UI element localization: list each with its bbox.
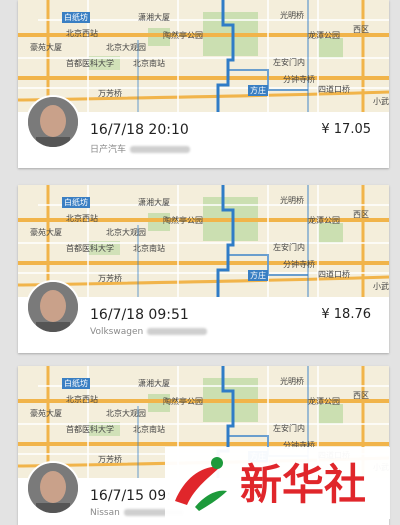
map-label: 潇湘大厦 — [138, 379, 170, 388]
car-model: Volkswagen — [90, 327, 208, 337]
map-label: 白纸坊 — [62, 197, 90, 208]
map-label: 陶然亭公园 — [163, 31, 203, 40]
map-label: 首都医科大学 — [66, 59, 114, 68]
map-label: 潇湘大厦 — [138, 198, 170, 207]
redacted-plate — [130, 146, 191, 153]
map-label: 左安门内 — [273, 243, 305, 252]
map-label: 北京大观园 — [106, 43, 146, 52]
map-label: 龙潭公园 — [308, 216, 340, 225]
map-label: 光明桥 — [280, 377, 304, 386]
map-label: 龙潭公园 — [308, 397, 340, 406]
map-label: 光明桥 — [280, 196, 304, 205]
ride-info: 16/7/18 09:51 ¥ 18.76 Volkswagen — [18, 280, 389, 353]
map-label: 光明桥 — [280, 11, 304, 20]
map-label: 小武 — [373, 282, 389, 291]
avatar — [26, 95, 80, 149]
redacted-plate — [147, 328, 208, 335]
map-label: 万芳桥 — [98, 89, 122, 98]
ride-price: ¥ 18.76 — [321, 307, 371, 322]
map-label: 小武 — [373, 97, 389, 106]
ride-datetime: 16/7/15 09: — [90, 488, 171, 504]
map-label: 陶然亭公园 — [163, 397, 203, 406]
map-label: 北京西站 — [66, 29, 98, 38]
car-model: 日产汽车 — [90, 142, 191, 155]
map-label: 西区 — [353, 210, 369, 219]
avatar — [26, 280, 80, 334]
map-label: 方庄 — [248, 270, 268, 281]
map-label: 四道口桥 — [318, 270, 350, 279]
route-map: 白纸坊 潇湘大厦北京西站 光明桥豪苑大厦 北京大观园 陶然亭公园 龙潭公园 西区首都医科大学… — [18, 185, 389, 297]
watermark-text: 新华社 — [240, 460, 366, 509]
avatar — [26, 461, 80, 515]
map-label: 北京南站 — [133, 425, 165, 434]
map-label: 白纸坊 — [62, 12, 90, 23]
map-label: 首都医科大学 — [66, 244, 114, 253]
map-label: 西区 — [353, 25, 369, 34]
map-label: 北京西站 — [66, 395, 98, 404]
map-label: 潇湘大厦 — [138, 13, 170, 22]
map-label: 分钟寺桥 — [283, 75, 315, 84]
ride-card[interactable]: 白纸坊 潇湘大厦北京西站 光明桥豪苑大厦 北京大观园 陶然亭公园 龙潭公园 西区首都医科大学… — [18, 0, 389, 168]
map-label: 四道口桥 — [318, 85, 350, 94]
map-label: 分钟寺桥 — [283, 260, 315, 269]
map-label: 北京南站 — [133, 244, 165, 253]
ride-card[interactable]: 白纸坊 潇湘大厦北京西站 光明桥豪苑大厦 北京大观园 陶然亭公园 龙潭公园 西区首都医科大学… — [18, 185, 389, 353]
map-label: 豪苑大厦 — [30, 409, 62, 418]
ride-price: ¥ 17.05 — [321, 122, 371, 137]
map-label: 龙潭公园 — [308, 31, 340, 40]
map-label: 万芳桥 — [98, 455, 122, 464]
map-label: 西区 — [353, 391, 369, 400]
ride-info: 16/7/18 20:10 ¥ 17.05 日产汽车 — [18, 95, 389, 168]
route-map: 白纸坊 潇湘大厦北京西站 光明桥豪苑大厦 北京大观园 陶然亭公园 龙潭公园 西区首都医科大学… — [18, 0, 389, 112]
watermark-logo: 新华社 — [165, 447, 390, 519]
map-label: 北京南站 — [133, 59, 165, 68]
map-label: 北京大观园 — [106, 228, 146, 237]
ride-datetime: 16/7/18 20:10 — [90, 122, 189, 138]
map-label: 豪苑大厦 — [30, 228, 62, 237]
map-label: 方庄 — [248, 85, 268, 96]
map-label: 白纸坊 — [62, 378, 90, 389]
ride-datetime: 16/7/18 09:51 — [90, 307, 189, 323]
map-label: 万芳桥 — [98, 274, 122, 283]
map-label: 豪苑大厦 — [30, 43, 62, 52]
map-label: 北京西站 — [66, 214, 98, 223]
map-label: 左安门内 — [273, 58, 305, 67]
map-label: 左安门内 — [273, 424, 305, 433]
map-label: 首都医科大学 — [66, 425, 114, 434]
map-label: 北京大观园 — [106, 409, 146, 418]
map-label: 陶然亭公园 — [163, 216, 203, 225]
